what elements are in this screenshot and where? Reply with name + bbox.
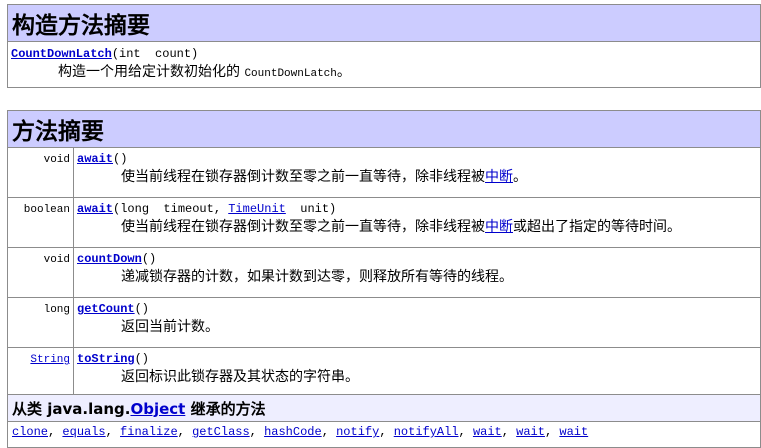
return-type: boolean: [23, 204, 70, 216]
inherited-method-link-hashcode[interactable]: hashCode: [264, 425, 322, 439]
method-params-end: unit): [285, 202, 337, 216]
method-cell: toString() 返回标识此锁存器及其状态的字符串。: [73, 347, 761, 398]
method-description: 使当前线程在锁存器倒计数至零之前一直等待，除非线程被中断。: [74, 168, 760, 186]
constructor-signature: CountDownLatch(int count): [8, 42, 760, 61]
constructor-summary-table: 构造方法摘要 CountDownLatch(int count) 构造一个用给定…: [7, 4, 761, 88]
return-type-link[interactable]: String: [30, 354, 70, 366]
method-return-type-cell: boolean: [7, 197, 74, 248]
constructor-description-text: 构造一个用给定计数初始化的: [58, 64, 245, 80]
inherited-separator: ,: [321, 425, 337, 439]
param-type-link[interactable]: TimeUnit: [228, 202, 286, 216]
inherited-method-link-wait[interactable]: wait: [559, 425, 588, 439]
constructor-summary-title: 构造方法摘要: [7, 4, 761, 42]
inherited-method-link-notifyall[interactable]: notifyAll: [394, 425, 459, 439]
inherited-separator: ,: [458, 425, 473, 439]
inherited-methods-title: 从类 java.lang.Object 继承的方法: [7, 394, 761, 422]
method-description-text: 递减锁存器的计数，如果计数到达零，则释放所有等待的线程。: [121, 269, 513, 285]
constructor-description: 构造一个用给定计数初始化的 CountDownLatch。: [8, 63, 760, 83]
object-class-link[interactable]: Object: [130, 400, 185, 418]
constructor-description-end: 。: [336, 64, 351, 80]
method-link-getcount[interactable]: getCount: [77, 302, 135, 316]
method-return-type-cell: long: [7, 297, 74, 348]
method-row: void await() 使当前线程在锁存器倒计数至零之前一直等待，除非线程被中断。: [7, 147, 761, 198]
inherited-method-link-getclass[interactable]: getClass: [192, 425, 250, 439]
method-return-type-cell: void: [7, 247, 74, 298]
method-params: (): [141, 252, 157, 266]
method-return-type-cell: void: [7, 147, 74, 198]
return-type: void: [43, 254, 70, 266]
method-cell: await(long timeout, TimeUnit unit) 使当前线程在…: [73, 197, 761, 248]
method-summary-table: 方法摘要 void await() 使当前线程在锁存器倒计数至零之前一直等待，除非线…: [7, 110, 761, 398]
method-params: (): [134, 352, 150, 366]
method-description: 返回当前计数。: [74, 318, 760, 336]
inherited-method-link-wait[interactable]: wait: [516, 425, 545, 439]
inherited-method-link-equals[interactable]: equals: [62, 425, 105, 439]
inherited-separator: ,: [544, 425, 560, 439]
method-signature: await(): [74, 148, 760, 166]
method-description-text: 使当前线程在锁存器倒计数至零之前一直等待，除非线程被: [121, 219, 485, 235]
method-description-end: 或超出了指定的等待时间。: [513, 219, 681, 235]
constructor-row: CountDownLatch(int count) 构造一个用给定计数初始化的 …: [7, 41, 761, 88]
inherited-method-link-wait[interactable]: wait: [473, 425, 502, 439]
inherited-methods-table: 从类 java.lang.Object 继承的方法 clone, equals,…: [7, 394, 761, 448]
method-return-type-cell: String: [7, 347, 74, 398]
inherited-title-prefix: 从类 java.lang.: [12, 399, 131, 418]
method-cell: getCount() 返回当前计数。: [73, 297, 761, 348]
method-row: void countDown() 递减锁存器的计数，如果计数到达零，则释放所有等待的…: [7, 247, 761, 298]
method-link-await[interactable]: await: [77, 152, 113, 166]
method-row: String toString() 返回标识此锁存器及其状态的字符串。: [7, 347, 761, 398]
method-row: long getCount() 返回当前计数。: [7, 297, 761, 348]
inherited-methods-list: clone, equals, finalize, getClass, hashC…: [7, 421, 761, 448]
method-description: 返回标识此锁存器及其状态的字符串。: [74, 368, 760, 386]
method-cell: countDown() 递减锁存器的计数，如果计数到达零，则释放所有等待的线程。: [73, 247, 761, 298]
method-description-text: 返回标识此锁存器及其状态的字符串。: [121, 369, 359, 385]
method-description: 递减锁存器的计数，如果计数到达零，则释放所有等待的线程。: [74, 268, 760, 286]
method-link-await[interactable]: await: [77, 202, 113, 216]
inherited-separator: ,: [501, 425, 517, 439]
inherited-separator: ,: [177, 425, 193, 439]
inherited-separator: ,: [105, 425, 121, 439]
method-signature: toString(): [74, 348, 760, 366]
method-signature: await(long timeout, TimeUnit unit): [74, 198, 760, 216]
interrupt-link[interactable]: 中断: [485, 169, 513, 185]
inherited-separator: ,: [48, 425, 63, 439]
method-description-text: 返回当前计数。: [121, 319, 219, 335]
inherited-separator: ,: [249, 425, 265, 439]
constructor-params: (int count): [111, 47, 199, 61]
method-signature: getCount(): [74, 298, 760, 316]
inherited-title-suffix: 继承的方法: [185, 399, 266, 418]
constructor-description-code: CountDownLatch: [244, 68, 337, 80]
method-description-text: 使当前线程在锁存器倒计数至零之前一直等待，除非线程被: [121, 169, 485, 185]
method-link-tostring[interactable]: toString: [77, 352, 135, 366]
method-row: boolean await(long timeout, TimeUnit unit…: [7, 197, 761, 248]
method-signature: countDown(): [74, 248, 760, 266]
method-link-countdown[interactable]: countDown: [77, 252, 142, 266]
method-params: (): [113, 152, 128, 166]
return-type: void: [43, 154, 70, 166]
method-params: (): [134, 302, 150, 316]
constructor-link-countdownlatch[interactable]: CountDownLatch: [11, 47, 112, 61]
method-description: 使当前线程在锁存器倒计数至零之前一直等待，除非线程被中断或超出了指定的等待时间。: [74, 218, 760, 236]
inherited-method-link-finalize[interactable]: finalize: [120, 425, 178, 439]
method-cell: await() 使当前线程在锁存器倒计数至零之前一直等待，除非线程被中断。: [73, 147, 761, 198]
return-type: long: [43, 304, 70, 316]
method-summary-title: 方法摘要: [7, 110, 761, 148]
method-params: (long timeout,: [113, 202, 229, 216]
method-description-end: 。: [513, 169, 527, 185]
inherited-method-link-clone[interactable]: clone: [12, 425, 48, 439]
inherited-method-link-notify[interactable]: notify: [336, 425, 379, 439]
interrupt-link[interactable]: 中断: [485, 219, 513, 235]
inherited-separator: ,: [379, 425, 394, 439]
